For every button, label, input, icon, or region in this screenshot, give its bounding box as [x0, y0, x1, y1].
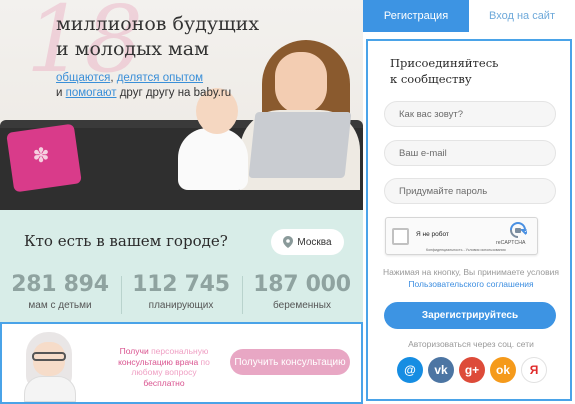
laptop-image [248, 112, 352, 178]
odnoklassniki-icon[interactable]: ok [490, 357, 516, 383]
city-select-button[interactable]: Москва [271, 229, 344, 255]
city-stats-section: Кто есть в вашем городе? Москва 281 894 … [0, 210, 363, 322]
consult-doctor-text: консультацию врача [118, 356, 199, 367]
join-title: Присоединяйтесь к сообществу [390, 55, 498, 87]
stat-planning: 112 745 планирующих [121, 272, 241, 311]
hero-banner: ✽ 18 миллионов будущих и молодых мам общ… [0, 0, 363, 210]
recaptcha-label: Я не робот [416, 231, 449, 238]
stat-value: 112 745 [132, 272, 230, 297]
register-button[interactable]: Зарегистрируйтесь [384, 302, 556, 329]
social-login-label: Авторизоваться через соц. сети [408, 339, 534, 349]
stat-moms-with-kids: 281 894 мам с детьми [0, 272, 120, 311]
doctor-coat-image [24, 376, 76, 402]
consult-free-text: бесплатно [143, 377, 185, 388]
consult-promo-text: Получи персональную консультацию врача п… [108, 346, 220, 388]
and-text: и [56, 87, 66, 99]
auth-tabs: Регистрация Вход на сайт [363, 0, 575, 32]
mail-ru-icon[interactable]: @ [397, 357, 423, 383]
auth-panel: Регистрация Вход на сайт Присоединяйтесь… [363, 0, 575, 404]
tab-registration[interactable]: Регистрация [363, 0, 469, 32]
recaptcha-links[interactable]: Конфиденциальность - Условия использован… [426, 248, 506, 252]
hero-subtitle: общаются, делятся опытом и помогают друг… [56, 71, 231, 101]
email-input[interactable] [384, 140, 556, 166]
city-title: Кто есть в вашем городе? [24, 232, 228, 250]
hero-title-line1: миллионов будущих [56, 13, 260, 35]
stat-label: планирующих [148, 300, 214, 311]
recaptcha-checkbox[interactable] [392, 228, 409, 245]
mother-face-image [275, 52, 327, 114]
terms-text: Нажимая на кнопку, Вы принимаете условия [383, 267, 559, 277]
consult-personal-text: персональную [151, 346, 209, 356]
registration-form: Присоединяйтесь к сообществу Я не робот … [366, 39, 572, 401]
get-consultation-button[interactable]: Получить консультацию [230, 349, 350, 375]
stat-value: 187 000 [253, 272, 351, 297]
recaptcha-brand: reCAPTCHA [496, 240, 526, 246]
social-login-buttons: @ vk g+ ok Я [397, 357, 547, 383]
join-title-line1: Присоединяйтесь [390, 56, 499, 70]
password-input[interactable] [384, 178, 556, 204]
yandex-icon[interactable]: Я [521, 357, 547, 383]
baby-body-image [178, 128, 248, 190]
location-pin-icon [283, 236, 294, 248]
stat-label: беременных [273, 300, 331, 311]
hero-rest-text: друг другу на baby.ru [116, 87, 232, 99]
name-input[interactable] [384, 101, 556, 127]
stat-pregnant: 187 000 беременных [242, 272, 362, 311]
vk-icon[interactable]: vk [428, 357, 454, 383]
consult-by-text: по [198, 356, 210, 367]
share-experience-link[interactable]: делятся опытом [117, 72, 203, 84]
glasses-icon [32, 352, 66, 361]
terms-link[interactable]: Пользовательского соглашения [408, 279, 533, 289]
google-plus-icon[interactable]: g+ [459, 357, 485, 383]
recaptcha-widget: Я не робот reCAPTCHA Конфиденциальность … [385, 217, 538, 255]
recaptcha-logo-icon [510, 222, 527, 238]
flower-icon: ✽ [32, 145, 50, 167]
communicate-link[interactable]: общаются [56, 72, 110, 84]
consult-get-text: Получи [119, 346, 152, 356]
doctor-consult-banner: Получи персональную консультацию врача п… [0, 322, 363, 404]
stat-value: 281 894 [11, 272, 109, 297]
hero-title: миллионов будущих и молодых мам [56, 12, 259, 62]
terms-notice: Нажимая на кнопку, Вы принимаете условия… [378, 266, 564, 290]
city-name: Москва [297, 236, 332, 248]
hero-title-line2: и молодых мам [56, 38, 209, 60]
help-link[interactable]: помогают [66, 87, 117, 99]
consult-any-question-text: любому вопросу [131, 367, 197, 377]
stat-label: мам с детьми [28, 300, 92, 311]
page-root: ✽ 18 миллионов будущих и молодых мам общ… [0, 0, 575, 404]
join-title-line2: к сообществу [390, 72, 472, 86]
tab-login[interactable]: Вход на сайт [469, 0, 575, 32]
